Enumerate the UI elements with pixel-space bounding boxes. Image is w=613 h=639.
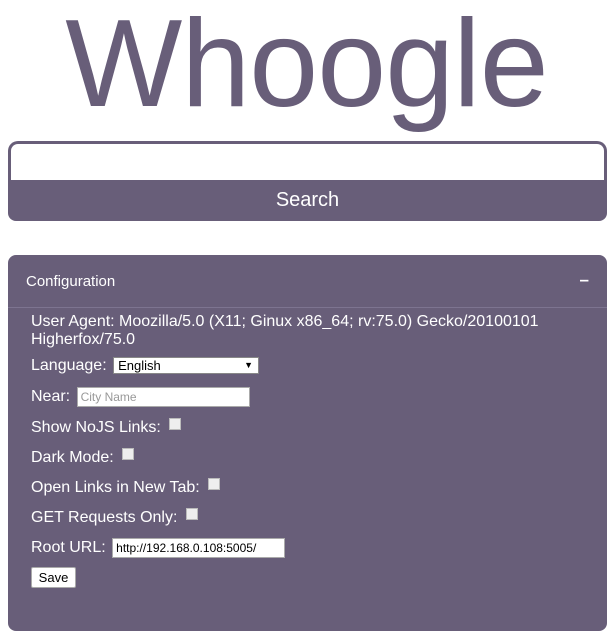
search-input[interactable] — [8, 141, 607, 180]
language-label: Language: — [31, 357, 107, 374]
whoogle-home: Whoogle Search Configuration – User Agen… — [0, 0, 613, 639]
configuration-title: Configuration — [26, 273, 116, 290]
root-url-label: Root URL: — [31, 539, 106, 556]
near-input[interactable]: City Name — [76, 387, 250, 407]
dropdown-arrow-icon: ▼ — [244, 360, 254, 370]
nojs-checkbox[interactable] — [169, 418, 182, 430]
new-tab-checkbox[interactable] — [208, 478, 221, 490]
nojs-row: Show NoJS Links: — [31, 418, 182, 437]
dark-mode-row: Dark Mode: — [31, 448, 135, 467]
language-row: Language: English ▼ — [31, 357, 260, 375]
user-agent-text: User Agent: Moozilla/5.0 (X11; Ginux x86… — [31, 313, 539, 348]
save-button[interactable]: Save — [31, 567, 76, 588]
dark-mode-checkbox[interactable] — [122, 448, 135, 460]
collapse-toggle-icon[interactable]: – — [580, 270, 589, 290]
get-only-row: GET Requests Only: — [31, 508, 198, 527]
root-url-row: Root URL: http://192.168.0.108:5005/ — [31, 538, 286, 558]
new-tab-label: Open Links in New Tab: — [31, 479, 200, 496]
configuration-header[interactable]: Configuration – — [8, 255, 607, 308]
dark-mode-label: Dark Mode: — [31, 449, 114, 466]
near-label: Near: — [31, 388, 71, 405]
whoogle-logo: Whoogle — [65, 0, 548, 133]
search-button[interactable]: Search — [8, 180, 607, 221]
configuration-panel: Configuration – User Agent: Moozilla/5.0… — [8, 255, 607, 631]
new-tab-row: Open Links in New Tab: — [31, 478, 221, 497]
near-row: Near: City Name — [31, 387, 250, 407]
root-url-input[interactable]: http://192.168.0.108:5005/ — [112, 538, 286, 558]
get-only-checkbox[interactable] — [185, 508, 198, 520]
nojs-label: Show NoJS Links: — [31, 419, 161, 436]
language-select[interactable]: English ▼ — [113, 357, 260, 374]
language-selected-value: English — [118, 358, 161, 373]
get-only-label: GET Requests Only: — [31, 509, 178, 526]
